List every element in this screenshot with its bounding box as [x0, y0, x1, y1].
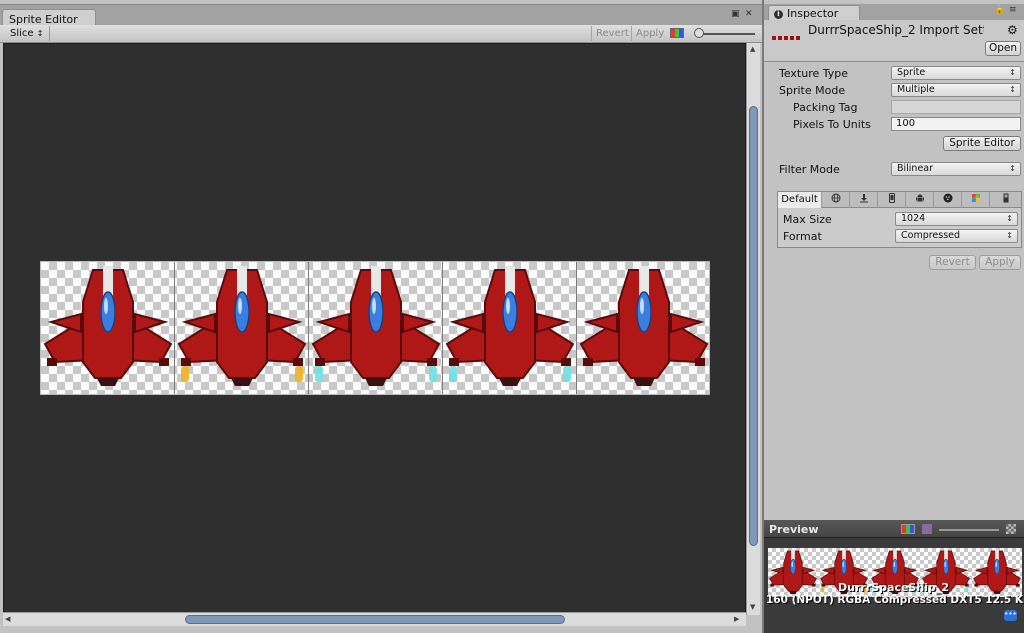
texture-type-label: Texture Type — [779, 67, 849, 80]
preview-asset-name: DurrrSpaceShip_2 — [838, 581, 949, 594]
phone-icon — [888, 193, 895, 203]
preview-sprite-frame — [768, 548, 818, 600]
menu-icon[interactable]: ≡ — [1009, 5, 1017, 15]
vertical-scrollbar[interactable]: ▲ ▼ — [746, 43, 760, 615]
zoom-slider-knob[interactable] — [694, 28, 704, 38]
slice-label: Slice — [10, 28, 34, 39]
platform-tabs: Default — [778, 192, 1021, 208]
filter-mode-label: Filter Mode — [779, 163, 840, 176]
tab-web-platform[interactable] — [822, 192, 850, 208]
maximize-icon[interactable]: ▣ — [731, 9, 740, 19]
tab-standalone-platform[interactable] — [850, 192, 878, 208]
max-size-label: Max Size — [783, 213, 832, 226]
sprite-mode-dropdown[interactable]: Multiple — [891, 83, 1021, 97]
platform-settings: Default Max Size 1024 ↕ Format Compresse… — [777, 191, 1022, 248]
preview-header: Preview — [764, 520, 1024, 538]
dropdown-arrows-icon: ↕ — [36, 29, 44, 38]
android-icon — [915, 194, 924, 202]
horizontal-scrollbar-thumb[interactable] — [185, 615, 565, 624]
preview-panel: Preview DurrrSpaceShip_2 160 (NPOT) RGBA… — [762, 520, 1024, 633]
sprite-editor-tabbar: Sprite Editor ▣ ✕ — [0, 4, 762, 27]
format-label: Format — [783, 230, 822, 243]
tab-blackberry-platform[interactable] — [934, 192, 962, 208]
close-icon[interactable]: ✕ — [745, 9, 753, 19]
asset-title: DurrrSpaceShip_2 Import Settings — [808, 23, 984, 37]
preview-texture-info: 160 (NPOT) RGBA Compressed DXT5 12.5 KB — [766, 594, 1024, 606]
device-icon — [1003, 193, 1008, 203]
blackberry-icon — [943, 193, 952, 203]
rgb-channel-icon[interactable] — [670, 28, 684, 38]
sprite-canvas[interactable] — [3, 43, 746, 615]
gear-icon[interactable]: ⚙ — [1007, 23, 1018, 37]
inspector-panel: i Inspector 🔒 ≡ DurrrSpaceShip_2 Import S… — [762, 0, 1024, 520]
packing-tag-field[interactable] — [891, 100, 1021, 114]
tab-inspector[interactable]: i Inspector — [768, 5, 860, 21]
pixels-to-units-label: Pixels To Units — [793, 118, 871, 131]
zoom-slider-track[interactable] — [695, 33, 755, 35]
scroll-left-icon[interactable]: ◀ — [5, 615, 10, 623]
inspector-header: DurrrSpaceShip_2 Import Settings ⚙ Open — [764, 20, 1024, 62]
globe-icon — [831, 193, 840, 203]
max-size-dropdown[interactable]: 1024 — [895, 212, 1018, 226]
preview-sprite-frame — [972, 548, 1022, 600]
scroll-up-icon[interactable]: ▲ — [750, 45, 755, 53]
inspector-tab-label: Inspector — [787, 7, 839, 20]
packing-tag-label: Packing Tag — [793, 101, 858, 114]
slice-dropdown[interactable]: Slice ↕ — [4, 26, 51, 41]
chat-bubble-icon[interactable]: ••• — [1004, 610, 1017, 621]
pixels-to-units-field[interactable]: 100 — [891, 117, 1021, 131]
preview-rgb-icon[interactable] — [901, 524, 915, 534]
sprite-frame[interactable] — [175, 262, 309, 394]
horizontal-scrollbar[interactable]: ◀ ▶ — [3, 612, 746, 626]
sprite-mode-label: Sprite Mode — [779, 84, 846, 97]
tab-android-platform[interactable] — [906, 192, 934, 208]
lock-icon[interactable]: 🔒 — [994, 5, 1005, 15]
inspector-apply-button[interactable]: Apply — [979, 255, 1021, 270]
info-icon: i — [774, 10, 783, 19]
windows-icon — [971, 194, 980, 202]
sprite-editor-toolbar: Slice ↕ Revert Apply — [0, 25, 762, 43]
sprite-frame[interactable] — [309, 262, 443, 394]
download-icon — [859, 194, 868, 203]
tab-device-platform[interactable] — [990, 192, 1021, 208]
texture-type-dropdown[interactable]: Sprite — [891, 66, 1021, 80]
filter-mode-dropdown[interactable]: Bilinear — [891, 162, 1021, 176]
inspector-revert-button[interactable]: Revert — [929, 255, 976, 270]
scroll-down-icon[interactable]: ▼ — [750, 603, 755, 611]
tab-default-platform[interactable]: Default — [778, 192, 822, 208]
apply-button[interactable]: Apply — [631, 26, 668, 41]
preview-checker-icon[interactable] — [1006, 524, 1016, 534]
asset-thumbnail — [772, 36, 800, 40]
open-button[interactable]: Open — [985, 41, 1021, 56]
sprite-editor-window: Sprite Editor ▣ ✕ Slice ↕ Revert Apply ▲… — [0, 0, 762, 633]
format-dropdown[interactable]: Compressed — [895, 229, 1018, 243]
tab-ios-platform[interactable] — [878, 192, 906, 208]
sprite-frame[interactable] — [41, 262, 175, 394]
inspector-tabbar: i Inspector 🔒 ≡ — [764, 4, 1024, 21]
sprite-frame[interactable] — [577, 262, 711, 394]
sprite-frame[interactable] — [443, 262, 577, 394]
sprite-editor-button[interactable]: Sprite Editor — [943, 136, 1021, 151]
preview-title: Preview — [769, 523, 819, 536]
sprite-sheet — [40, 261, 710, 395]
revert-button[interactable]: Revert — [591, 26, 633, 41]
preview-zoom-slider[interactable] — [939, 529, 999, 531]
preview-alpha-icon[interactable] — [922, 524, 932, 534]
tab-windows-platform[interactable] — [962, 192, 990, 208]
vertical-scrollbar-thumb[interactable] — [749, 106, 758, 546]
scroll-right-icon[interactable]: ▶ — [734, 615, 739, 623]
